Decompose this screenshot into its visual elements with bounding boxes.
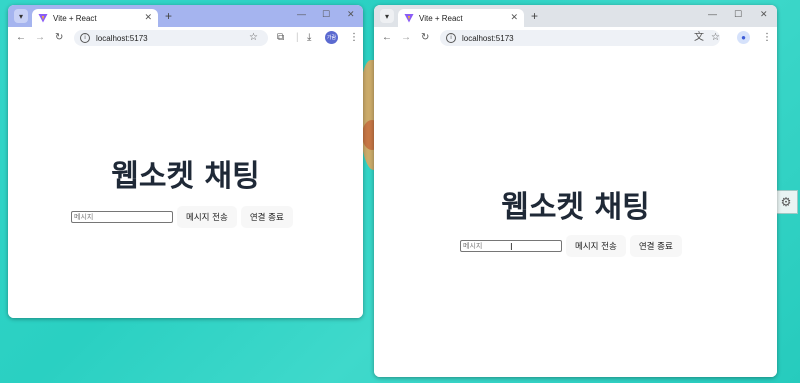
address-bar[interactable]: i localhost:5173 <box>440 30 720 46</box>
arrow-right-icon[interactable]: → <box>35 32 45 44</box>
chat-controls: 메시지 전송 연결 종료 <box>460 235 682 257</box>
message-input[interactable] <box>71 211 173 223</box>
arrow-left-icon[interactable]: ← <box>16 32 26 44</box>
browser-window-right: ▾ Vite + React ✕ + — ☐ ✕ ← → ↻ i localho… <box>374 5 777 377</box>
kebab-menu-icon[interactable]: ⋮ <box>349 32 359 44</box>
star-icon[interactable]: ☆ <box>711 32 720 44</box>
puzzle-icon[interactable]: ⧉ <box>277 32 284 44</box>
site-info-icon[interactable]: i <box>446 33 456 43</box>
tab-strip: ▾ Vite + React ✕ + — ☐ ✕ <box>8 5 363 27</box>
vite-logo-icon <box>38 13 48 23</box>
page-content: 웹소켓 채팅 메시지 전송 연결 종료 <box>8 49 363 318</box>
maximize-icon[interactable]: ☐ <box>322 9 330 20</box>
tab-vite-react[interactable]: Vite + React ✕ <box>398 9 524 27</box>
arrow-left-icon[interactable]: ← <box>382 32 392 44</box>
close-window-icon[interactable]: ✕ <box>347 9 355 20</box>
minimize-icon[interactable]: — <box>297 9 306 19</box>
disconnect-button[interactable]: 연결 종료 <box>629 235 682 257</box>
tab-strip: ▾ Vite + React ✕ + — ☐ ✕ <box>374 5 777 27</box>
reload-icon[interactable]: ↻ <box>421 32 429 44</box>
chevron-down-icon[interactable]: ▾ <box>380 9 394 23</box>
tab-title: Vite + React <box>419 13 463 23</box>
translate-icon[interactable]: 文 <box>694 32 704 44</box>
desktop-shortcut-icon[interactable]: ⚙ <box>774 190 798 214</box>
tab-title: Vite + React <box>53 13 97 23</box>
kebab-menu-icon[interactable]: ⋮ <box>762 32 772 44</box>
vite-logo-icon <box>404 13 414 23</box>
site-info-icon[interactable]: i <box>80 33 90 43</box>
avatar[interactable]: 가람 <box>325 31 338 44</box>
disconnect-button[interactable]: 연결 종료 <box>240 206 293 228</box>
download-icon[interactable]: ⤓ <box>307 32 311 44</box>
close-tab-icon[interactable]: ✕ <box>144 12 152 23</box>
arrow-right-icon[interactable]: → <box>401 32 411 44</box>
new-tab-icon[interactable]: + <box>531 9 538 23</box>
url-text: localhost:5173 <box>96 33 148 43</box>
new-tab-icon[interactable]: + <box>165 9 172 23</box>
minimize-icon[interactable]: — <box>708 9 717 19</box>
page-content: 웹소켓 채팅 메시지 전송 연결 종료 I <box>374 49 777 377</box>
address-bar[interactable]: i localhost:5173 <box>74 30 268 46</box>
close-tab-icon[interactable]: ✕ <box>510 12 518 23</box>
text-cursor-icon: I <box>510 242 513 253</box>
url-text: localhost:5173 <box>462 33 514 43</box>
tab-vite-react[interactable]: Vite + React ✕ <box>32 9 158 27</box>
profile-icon[interactable]: ● <box>737 31 750 44</box>
browser-window-left: ▾ Vite + React ✕ + — ☐ ✕ ← → ↻ i localho… <box>8 5 363 318</box>
browser-toolbar: ← → ↻ i localhost:5173 文 ☆ ● ⋮ <box>374 27 777 50</box>
toolbar-divider: | <box>296 32 299 43</box>
browser-toolbar: ← → ↻ i localhost:5173 ☆ ⧉ | ⤓ 가람 ⋮ <box>8 27 363 50</box>
maximize-icon[interactable]: ☐ <box>734 9 742 20</box>
chevron-down-icon[interactable]: ▾ <box>14 9 28 23</box>
reload-icon[interactable]: ↻ <box>55 32 63 44</box>
star-icon[interactable]: ☆ <box>249 32 258 44</box>
send-message-button[interactable]: 메시지 전송 <box>566 235 626 257</box>
close-window-icon[interactable]: ✕ <box>760 9 768 20</box>
page-title: 웹소켓 채팅 <box>111 159 260 194</box>
page-title: 웹소켓 채팅 <box>501 190 650 225</box>
send-message-button[interactable]: 메시지 전송 <box>177 206 237 228</box>
chat-controls: 메시지 전송 연결 종료 <box>71 206 293 228</box>
